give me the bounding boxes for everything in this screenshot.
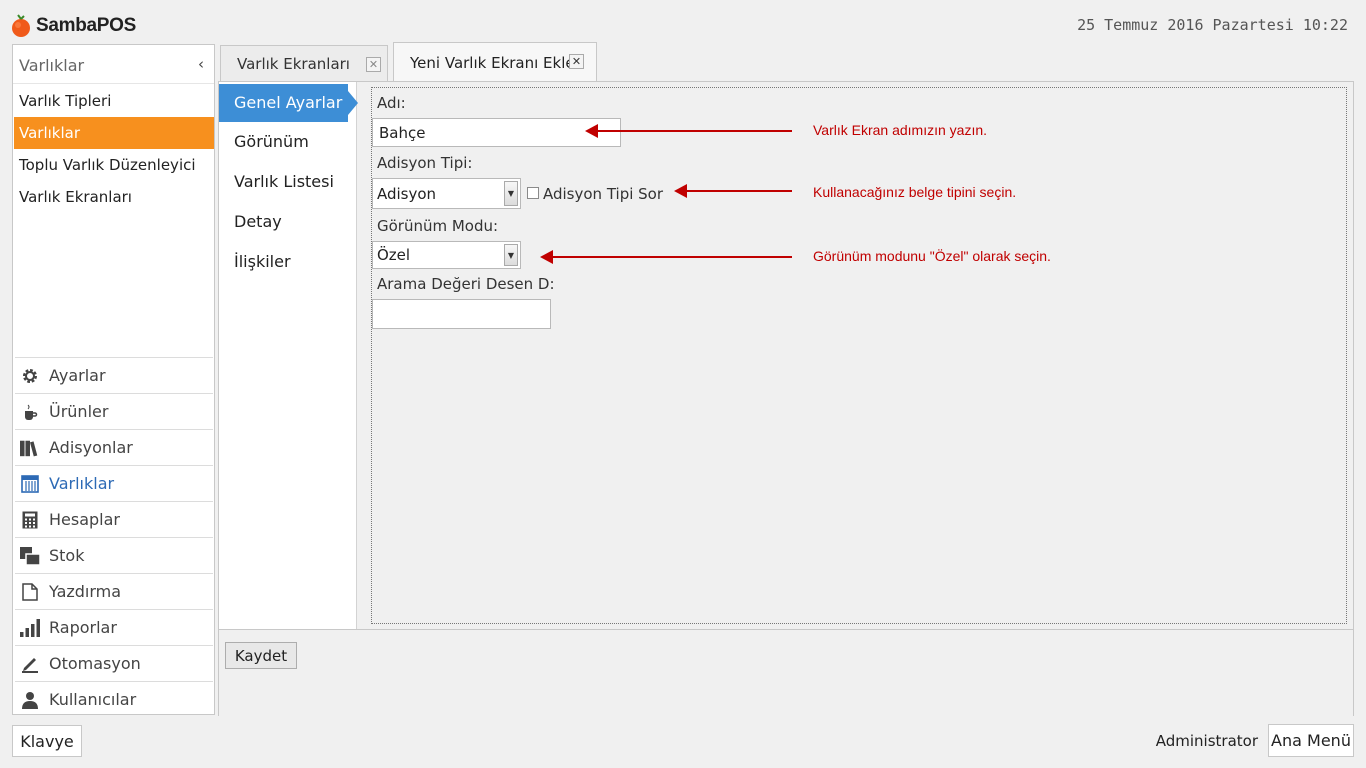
bar-chart-icon — [20, 618, 40, 638]
search-pattern-field[interactable] — [372, 299, 551, 329]
subnav-relations[interactable]: İlişkiler — [219, 243, 356, 281]
nav-item-reports[interactable]: Raporlar — [15, 609, 213, 645]
ticket-type-label: Adisyon Tipi: — [377, 154, 473, 172]
app-name: SambaPOS — [36, 15, 137, 36]
datetime-display: 25 Temmuz 2016 Pazartesi 10:22 — [1077, 16, 1348, 34]
annotation-arrow — [540, 250, 792, 264]
view-mode-value: Özel — [377, 246, 411, 264]
tab-entity-screens[interactable]: Varlık Ekranları ✕ — [220, 45, 388, 82]
active-pointer — [348, 91, 358, 115]
subnav-entity-list[interactable]: Varlık Listesi — [219, 163, 356, 201]
left-panel: Varlıklar ‹ Varlık Tipleri Varlıklar Top… — [12, 44, 215, 715]
app-logo: SambaPOS — [10, 12, 136, 40]
document-icon — [20, 582, 40, 602]
nav-item-accounts[interactable]: Hesaplar — [15, 501, 213, 537]
nav-item-label: Kullanıcılar — [49, 690, 137, 709]
collapse-chevron-icon[interactable]: ‹ — [198, 55, 204, 73]
annotation-note: Kullanacağınız belge tipini seçin. — [813, 184, 1017, 200]
nav-item-label: Varlıklar — [49, 474, 115, 493]
view-mode-label: Görünüm Modu: — [377, 217, 499, 235]
nav-item-label: Adisyonlar — [49, 438, 133, 457]
nav-item-users[interactable]: Kullanıcılar — [15, 681, 213, 717]
subnav-general-settings[interactable]: Genel Ayarlar — [219, 84, 348, 122]
annotation-note: Görünüm modunu "Özel" olarak seçin. — [813, 248, 1051, 264]
name-field[interactable]: Bahçe — [372, 118, 621, 147]
current-user: Administrator — [1155, 732, 1258, 750]
table-icon — [20, 474, 40, 494]
nav-item-stock[interactable]: Stok — [15, 537, 213, 573]
books-icon — [20, 438, 40, 458]
left-item-entity-screens[interactable]: Varlık Ekranları — [14, 181, 214, 213]
settings-subnav: Genel Ayarlar Görünüm Varlık Listesi Det… — [219, 82, 358, 629]
nav-item-printing[interactable]: Yazdırma — [15, 573, 213, 609]
ask-ticket-type-label[interactable]: Adisyon Tipi Sor — [543, 185, 663, 203]
nav-item-settings[interactable]: Ayarlar — [15, 357, 213, 393]
left-item-entity-types[interactable]: Varlık Tipleri — [14, 85, 214, 117]
main-menu-button[interactable]: Ana Menü — [1268, 724, 1354, 757]
tab-label: Yeni Varlık Ekranı Ekle — [410, 53, 575, 72]
keyboard-button[interactable]: Klavye — [12, 725, 82, 757]
ticket-type-value: Adisyon — [377, 184, 437, 203]
chevron-down-icon[interactable]: ▼ — [504, 244, 518, 266]
ask-ticket-type-checkbox[interactable] — [527, 187, 539, 199]
nav-item-tickets[interactable]: Adisyonlar — [15, 429, 213, 465]
name-label: Adı: — [377, 94, 406, 112]
pen-icon — [20, 654, 40, 674]
left-item-entities[interactable]: Varlıklar — [14, 117, 214, 149]
stock-icon — [20, 546, 40, 566]
gear-icon — [20, 366, 40, 386]
annotation-note: Varlık Ekran adımızın yazın. — [813, 122, 988, 138]
nav-item-label: Hesaplar — [49, 510, 120, 529]
subnav-appearance[interactable]: Görünüm — [219, 123, 356, 161]
tab-new-entity-screen[interactable]: Yeni Varlık Ekranı Ekle ✕ — [393, 42, 597, 82]
form-area — [371, 87, 1347, 624]
view-mode-select[interactable]: Özel ▼ — [372, 241, 521, 269]
nav-item-label: Stok — [49, 546, 85, 565]
left-item-batch-entity-editor[interactable]: Toplu Varlık Düzenleyici — [14, 149, 214, 181]
close-icon[interactable]: ✕ — [366, 57, 381, 72]
nav-item-label: Ayarlar — [49, 366, 106, 385]
bottom-bar — [219, 629, 1353, 716]
left-panel-title: Varlıklar — [19, 56, 85, 75]
user-icon — [20, 690, 40, 710]
search-pattern-label: Arama Değeri Desen D: — [377, 275, 555, 293]
nav-item-automation[interactable]: Otomasyon — [15, 645, 213, 681]
cup-icon — [20, 402, 40, 422]
tab-label: Varlık Ekranları — [237, 55, 350, 73]
left-panel-header: Varlıklar ‹ — [13, 45, 214, 84]
nav-item-label: Raporlar — [49, 618, 117, 637]
tomato-logo-icon — [12, 14, 30, 37]
chevron-down-icon[interactable]: ▼ — [504, 181, 518, 206]
ticket-type-select[interactable]: Adisyon ▼ — [372, 178, 521, 209]
nav-item-label: Yazdırma — [49, 582, 122, 601]
annotation-arrow — [585, 124, 792, 138]
annotation-arrow — [674, 184, 792, 198]
nav-item-label: Otomasyon — [49, 654, 141, 673]
calculator-icon — [20, 510, 40, 530]
nav-item-entities[interactable]: Varlıklar — [15, 465, 213, 501]
subnav-detail[interactable]: Detay — [219, 203, 356, 241]
nav-item-label: Ürünler — [49, 402, 109, 421]
nav-item-products[interactable]: Ürünler — [15, 393, 213, 429]
close-icon[interactable]: ✕ — [569, 54, 584, 69]
save-button[interactable]: Kaydet — [225, 642, 297, 669]
